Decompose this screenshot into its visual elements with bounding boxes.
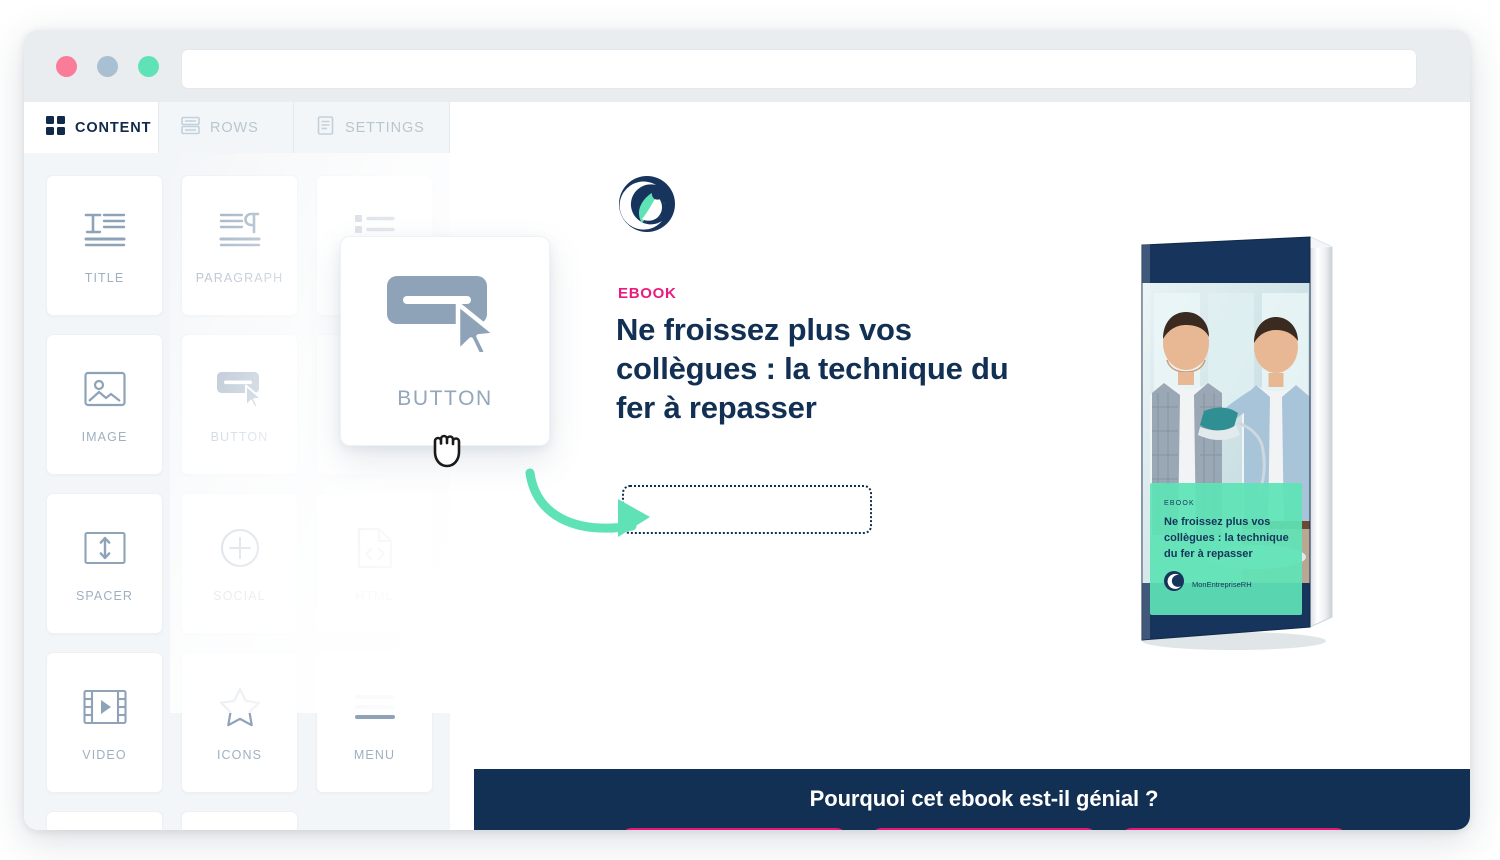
settings-icon xyxy=(316,116,335,139)
url-input[interactable] xyxy=(181,49,1417,89)
tab-content-label: CONTENT xyxy=(75,119,152,136)
palette-tile-button[interactable]: BUTTON xyxy=(181,334,298,475)
page-title: Ne froissez plus vos collègues : la tech… xyxy=(616,312,1009,425)
tab-settings[interactable]: SETTINGS xyxy=(294,102,450,153)
svg-text:collègues : la technique: collègues : la technique xyxy=(1164,532,1289,544)
email-canvas: EBOOK Ne froissez plus vos collègues : l… xyxy=(450,153,1470,830)
benefit-card[interactable]: Bénéfice n°3 xyxy=(1120,828,1348,830)
button-icon xyxy=(385,272,505,358)
dragged-button-card[interactable]: BUTTON xyxy=(340,236,550,446)
button-icon xyxy=(216,366,264,412)
palette-tile-video[interactable]: VIDEO xyxy=(46,652,163,793)
palette-tile-menu[interactable]: MENU xyxy=(316,652,433,793)
palette-tile-label: HTML xyxy=(355,588,394,603)
video-icon xyxy=(82,684,127,730)
image-icon xyxy=(83,366,126,412)
brand-logo xyxy=(616,173,678,235)
grid-icon xyxy=(46,116,65,139)
palette-tile-label: TITLE xyxy=(84,270,125,285)
title-icon xyxy=(83,207,127,253)
palette-tile-text[interactable]: T TEXT xyxy=(46,811,163,830)
palette-tile-html[interactable]: HTML xyxy=(316,493,433,634)
html-icon xyxy=(357,525,393,571)
screenshot-root: CONTENT ROWS SETTINGS TITLE PARAGRAPH IM… xyxy=(0,0,1500,860)
benefit-card[interactable]: Bénéfice n°1 xyxy=(620,828,848,830)
spacer-icon xyxy=(83,525,126,571)
email-body: EBOOK Ne froissez plus vos collègues : l… xyxy=(474,173,1470,830)
palette-tile-plezi-form[interactable]: PLEZI FORM xyxy=(181,811,298,830)
benefits-list: Bénéfice n°1 Bénéfice n°2 Bénéfice n°3 xyxy=(474,828,1470,830)
menu-icon xyxy=(354,684,396,730)
grabbing-hand-cursor xyxy=(433,434,461,468)
svg-text:Ne froissez plus vos: Ne froissez plus vos xyxy=(1164,516,1270,528)
palette-tile-label: SPACER xyxy=(75,588,134,603)
palette-tile-label: ICONS xyxy=(216,747,263,762)
palette-tile-label: IMAGE xyxy=(81,429,128,444)
palette-tile-label: MENU xyxy=(353,747,396,762)
traffic-lights xyxy=(56,56,159,77)
social-icon xyxy=(220,525,260,571)
palette-tile-label: PARAGRAPH xyxy=(195,270,284,285)
button-dropzone[interactable] xyxy=(622,485,872,534)
benefit-card[interactable]: Bénéfice n°2 xyxy=(870,828,1098,830)
palette-tile-label: SOCIAL xyxy=(213,588,266,603)
tab-settings-label: SETTINGS xyxy=(345,119,425,136)
palette-tile-label: VIDEO xyxy=(82,747,127,762)
benefits-title: Pourquoi cet ebook est-il génial ? xyxy=(809,786,1159,811)
ebook-eyebrow: EBOOK xyxy=(618,285,677,302)
browser-window: CONTENT ROWS SETTINGS TITLE PARAGRAPH IM… xyxy=(24,30,1470,830)
svg-text:MonEntrepriseRH: MonEntrepriseRH xyxy=(1192,580,1252,589)
benefits-band: Pourquoi cet ebook est-il génial ? Bénéf… xyxy=(474,769,1470,830)
email-editor: CONTENT ROWS SETTINGS TITLE PARAGRAPH IM… xyxy=(24,102,1470,830)
minimize-window-button[interactable] xyxy=(97,56,118,77)
close-window-button[interactable] xyxy=(56,56,77,77)
svg-text:du fer à repasser: du fer à repasser xyxy=(1164,548,1253,560)
palette-tile-icons[interactable]: ICONS xyxy=(181,652,298,793)
tab-rows[interactable]: ROWS xyxy=(159,102,294,153)
paragraph-icon xyxy=(218,207,262,253)
editor-tabs: CONTENT ROWS SETTINGS xyxy=(24,102,450,153)
rows-icon xyxy=(181,116,200,139)
palette-tile-paragraph[interactable]: PARAGRAPH xyxy=(181,175,298,316)
book-eyebrow: EBOOK xyxy=(1164,500,1195,507)
tab-content[interactable]: CONTENT xyxy=(24,102,159,153)
palette-tile-label: BUTTON xyxy=(210,429,269,444)
palette-tile-title[interactable]: TITLE xyxy=(46,175,163,316)
browser-titlebar xyxy=(24,30,1470,102)
tab-rows-label: ROWS xyxy=(210,119,259,136)
maximize-window-button[interactable] xyxy=(138,56,159,77)
palette-tile-social[interactable]: SOCIAL xyxy=(181,493,298,634)
dragged-card-label: BUTTON xyxy=(397,386,493,410)
palette-tile-spacer[interactable]: SPACER xyxy=(46,493,163,634)
icons-icon xyxy=(219,684,261,730)
palette-tile-image[interactable]: IMAGE xyxy=(46,334,163,475)
ebook-mockup: EBOOK Ne froissez plus vos collègues : l… xyxy=(1134,235,1354,650)
